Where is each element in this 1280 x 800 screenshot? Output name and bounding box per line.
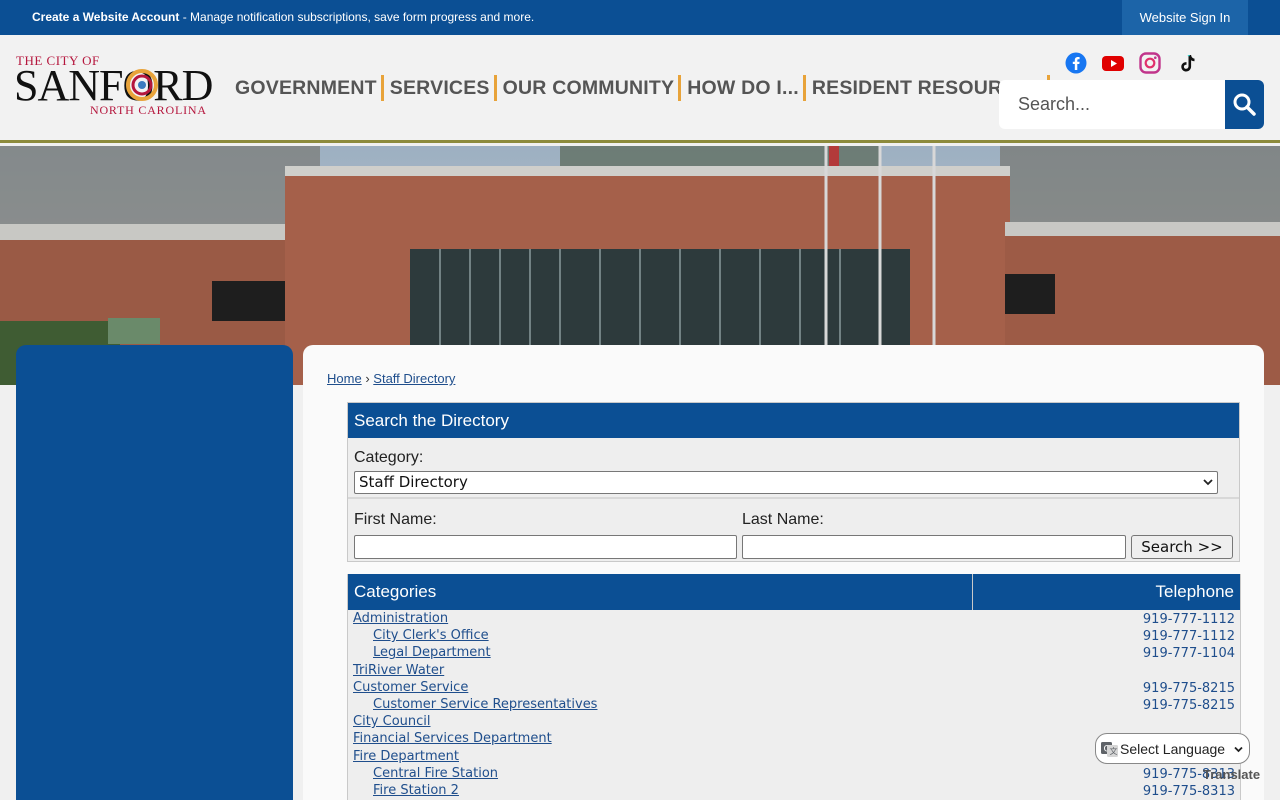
social-links — [1065, 52, 1198, 74]
table-row: TriRiver Water — [348, 662, 1240, 679]
directory-search-button[interactable]: Search >> — [1131, 535, 1233, 559]
google-translate-icon: G文 — [1101, 742, 1118, 757]
column-categories: Categories — [354, 582, 437, 601]
category-label: Category: — [354, 449, 424, 466]
table-rows: Administration 919-777-1112 City Clerk's O… — [348, 610, 1240, 799]
category-link[interactable]: City Clerk's Office — [373, 628, 489, 643]
table-row: Central Fire Station 919-775-8313 — [348, 765, 1240, 782]
nav-services[interactable]: SERVICES — [390, 75, 497, 101]
website-sign-in-button[interactable]: Website Sign In — [1122, 0, 1248, 35]
language-select-label: Select Language — [1120, 741, 1226, 757]
directory-search-title: Search the Directory — [348, 403, 1239, 438]
nav-our-community[interactable]: OUR COMMUNITY — [503, 75, 682, 101]
search-placeholder: Search... — [1018, 94, 1091, 114]
create-account-link[interactable]: Create a Website Account - Manage notifi… — [32, 10, 534, 24]
table-header: Categories Telephone — [348, 574, 1240, 610]
logo-emblem — [126, 69, 158, 101]
table-row: Administration 919-777-1112 — [348, 610, 1240, 627]
column-divider — [972, 574, 973, 610]
table-row: City Clerk's Office 919-777-1112 — [348, 627, 1240, 644]
youtube-icon[interactable] — [1102, 52, 1124, 74]
directory-search-panel: Search the Directory Category: Staff Dir… — [347, 402, 1240, 562]
category-select[interactable]: Staff Directory — [354, 471, 1218, 494]
category-link[interactable]: Financial Services Department — [353, 731, 552, 746]
breadcrumb-home[interactable]: Home — [327, 371, 362, 386]
category-link[interactable]: Fire Department — [353, 749, 459, 764]
telephone-link[interactable]: 919-775-8215 — [1143, 698, 1235, 713]
site-header: THE CITY OF SANFORD NORTH CAROLINA GOVER… — [0, 35, 1280, 143]
instagram-icon[interactable] — [1139, 52, 1161, 74]
search-icon — [1233, 93, 1256, 116]
first-name-label: First Name: — [354, 511, 437, 528]
chevron-down-icon — [1203, 479, 1213, 486]
categories-table: Categories Telephone Administration 919-7… — [347, 574, 1241, 800]
name-search-row: First Name: Last Name: Search >> — [348, 501, 1239, 561]
category-row: Category: Staff Directory — [348, 439, 1239, 499]
breadcrumb: Home › Staff Directory — [327, 371, 455, 386]
create-account-description: - Manage notification subscriptions, sav… — [179, 10, 535, 24]
category-link[interactable]: Fire Station 2 — [373, 783, 459, 798]
table-row: Customer Service Representatives 919-775-… — [348, 696, 1240, 713]
facebook-icon[interactable] — [1065, 52, 1087, 74]
chevron-down-icon — [1234, 746, 1243, 753]
last-name-input[interactable] — [742, 535, 1126, 559]
category-link[interactable]: TriRiver Water — [353, 663, 444, 678]
translate-powered-label: Translate — [1203, 767, 1261, 782]
category-select-value: Staff Directory — [359, 473, 468, 491]
site-search-input[interactable]: Search... — [999, 80, 1225, 129]
telephone-link[interactable]: 919-777-1112 — [1143, 629, 1235, 644]
category-link[interactable]: Customer Service Representatives — [373, 697, 597, 712]
breadcrumb-separator: › — [365, 371, 370, 386]
site-search-button[interactable] — [1225, 80, 1264, 129]
telephone-link[interactable]: 919-775-8313 — [1143, 784, 1235, 799]
city-logo[interactable]: THE CITY OF SANFORD NORTH CAROLINA — [14, 53, 219, 123]
create-account-label[interactable]: Create a Website Account — [32, 10, 179, 24]
main-content: Home › Staff Directory Search the Direct… — [303, 345, 1264, 800]
category-link[interactable]: Central Fire Station — [373, 766, 498, 781]
telephone-link[interactable]: 919-777-1104 — [1143, 646, 1235, 661]
left-sidebar — [16, 345, 293, 800]
table-row: Legal Department 919-777-1104 — [348, 644, 1240, 661]
table-row: City Council — [348, 713, 1240, 730]
language-select[interactable]: G文 Select Language — [1095, 733, 1250, 764]
table-row: Customer Service 919-775-8215 — [348, 679, 1240, 696]
category-link[interactable]: Administration — [353, 611, 448, 626]
nav-government[interactable]: GOVERNMENT — [235, 75, 384, 101]
category-link[interactable]: Legal Department — [373, 645, 491, 660]
first-name-input[interactable] — [354, 535, 737, 559]
nav-how-do-i[interactable]: HOW DO I... — [687, 75, 806, 101]
logo-line3: NORTH CAROLINA — [90, 103, 207, 117]
category-link[interactable]: Customer Service — [353, 680, 468, 695]
telephone-link[interactable]: 919-777-1112 — [1143, 612, 1235, 627]
category-link[interactable]: City Council — [353, 714, 431, 729]
telephone-link[interactable]: 919-775-8215 — [1143, 681, 1235, 696]
tiktok-icon[interactable] — [1176, 52, 1198, 74]
main-nav: GOVERNMENT SERVICES OUR COMMUNITY HOW DO… — [235, 75, 1056, 101]
column-telephone: Telephone — [1155, 582, 1234, 601]
svg-text:文: 文 — [1110, 746, 1118, 756]
top-bar: Create a Website Account - Manage notifi… — [0, 0, 1280, 35]
breadcrumb-staff-directory[interactable]: Staff Directory — [373, 371, 455, 386]
last-name-label: Last Name: — [742, 511, 824, 528]
table-row: Fire Station 2 919-775-8313 — [348, 782, 1240, 799]
